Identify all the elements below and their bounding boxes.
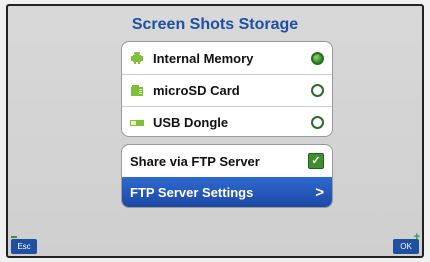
esc-button[interactable]: Esc: [11, 236, 37, 254]
option-microsd-card[interactable]: microSD Card: [122, 74, 332, 106]
share-via-ftp-checkbox[interactable]: ✓: [308, 153, 324, 169]
option-usb-dongle[interactable]: USB Dongle: [122, 106, 332, 136]
ftp-panel: Share via FTP Server ✓ FTP Server Settin…: [121, 144, 333, 208]
ok-label: OK: [400, 242, 412, 251]
option-label: microSD Card: [153, 83, 240, 98]
android-icon: [130, 52, 144, 64]
ok-button[interactable]: OK +: [393, 232, 420, 254]
storage-screen: Screen Shots Storage Internal Memory mic…: [6, 4, 424, 258]
ftp-server-settings-label: FTP Server Settings: [130, 185, 254, 200]
option-label: Internal Memory: [153, 50, 254, 66]
page-title: Screen Shots Storage: [131, 16, 299, 33]
radio-unselected[interactable]: [311, 116, 324, 129]
plus-icon: +: [413, 231, 420, 243]
radio-selected[interactable]: [311, 51, 324, 65]
ftp-server-settings-button[interactable]: FTP Server Settings >: [122, 177, 332, 207]
option-internal-memory[interactable]: Internal Memory: [122, 42, 332, 74]
option-label: USB Dongle: [153, 115, 229, 130]
chevron-right-icon: >: [315, 184, 324, 201]
storage-options-panel: Internal Memory microSD Card USB Dongle: [121, 41, 333, 137]
usb-icon: [130, 117, 144, 129]
radio-unselected[interactable]: [311, 84, 324, 97]
share-via-ftp-label: Share via FTP Server: [130, 153, 260, 169]
share-via-ftp-row[interactable]: Share via FTP Server ✓: [122, 145, 332, 177]
sd-card-icon: [130, 84, 144, 97]
